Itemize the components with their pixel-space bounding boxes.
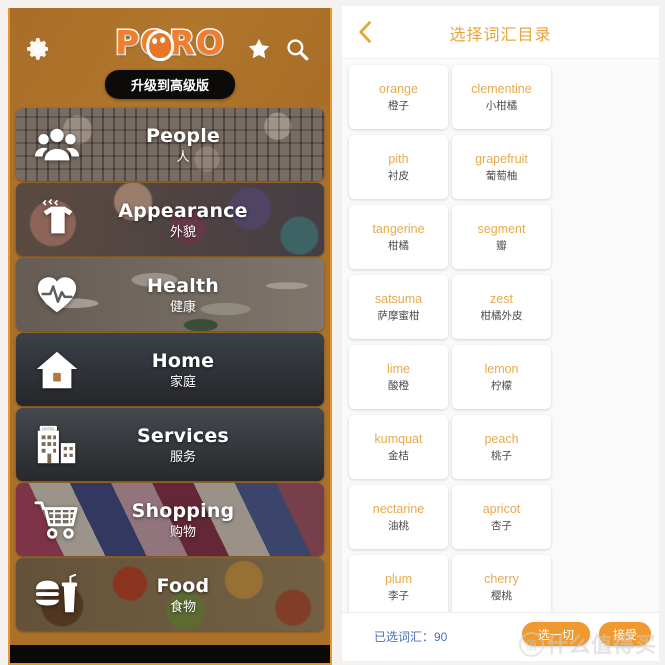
word-english: orange [379, 81, 418, 96]
left-app-header: PORO 升级到高级版 [10, 8, 330, 106]
word-card[interactable]: plum 李子 [349, 555, 448, 613]
word-chinese: 柠檬 [491, 379, 512, 392]
word-card[interactable]: satsuma 萨摩蜜柑 [349, 275, 448, 339]
app-root: PORO 升级到高级版 People人Appearance外貌Health健康H… [0, 0, 665, 665]
word-card[interactable]: nectarine 油桃 [349, 485, 448, 549]
category-label-en: Health [147, 274, 219, 297]
page-title: 选择词汇目录 [449, 27, 552, 44]
word-chinese: 金桔 [388, 449, 409, 462]
word-grid: orange 橙子 clementine 小柑橘 pith 衬皮 grapefruit 葡萄柚… [342, 59, 659, 613]
word-card[interactable]: pith 衬皮 [349, 135, 448, 199]
category-label-group: People 人 [16, 125, 324, 165]
word-english: zest [490, 291, 513, 306]
star-icon[interactable] [246, 36, 272, 62]
left-phone-frame: PORO 升级到高级版 People人Appearance外貌Health健康H… [8, 8, 332, 665]
category-label-cn: 家庭 [169, 373, 196, 389]
category-label-en: Appearance [118, 199, 248, 222]
search-icon[interactable] [284, 36, 310, 62]
word-chinese: 油桃 [388, 519, 409, 532]
word-card[interactable]: kumquat 金桔 [349, 415, 448, 479]
word-card[interactable]: lemon 柠檬 [452, 345, 551, 409]
category-label-group: Health 健康 [16, 275, 324, 315]
word-english: tangerine [372, 221, 425, 236]
left-phone-panel: PORO 升级到高级版 People人Appearance外貌Health健康H… [0, 0, 340, 665]
word-card[interactable]: segment 瓣 [452, 205, 551, 269]
category-label-cn: 外貌 [169, 223, 196, 239]
word-chinese: 杏子 [491, 519, 512, 532]
word-card[interactable]: apricot 杏子 [452, 485, 551, 549]
word-english: satsuma [374, 291, 423, 306]
select-all-button[interactable]: 选一切 [522, 622, 590, 646]
left-panel-bottom-bar [10, 645, 330, 663]
category-label-group: Home 家庭 [16, 350, 324, 390]
word-chinese: 橙子 [388, 99, 409, 112]
upgrade-to-premium-button[interactable]: 升级到高级版 [104, 70, 236, 99]
word-chinese: 李子 [388, 589, 409, 602]
selected-count-label: 已选词汇：90 [374, 630, 448, 644]
word-card[interactable]: orange 橙子 [349, 65, 448, 129]
accept-button[interactable]: 接受 [599, 622, 651, 646]
word-chinese: 萨摩蜜柑 [377, 309, 420, 322]
vocabulary-header: 选择词汇目录 [342, 6, 659, 59]
word-card[interactable]: lime 酸橙 [349, 345, 448, 409]
word-card[interactable]: grapefruit 葡萄柚 [452, 135, 551, 199]
category-label-cn: 食物 [169, 598, 196, 614]
word-english: pith [388, 151, 409, 166]
word-english: grapefruit [475, 151, 528, 166]
category-label-en: Home [151, 349, 215, 372]
word-english: peach [484, 431, 519, 446]
logo-face-icon [146, 30, 175, 61]
word-english: lemon [484, 361, 519, 376]
category-label-group: Services 服务 [16, 425, 324, 465]
right-phone-frame: 选择词汇目录 orange 橙子 clementine 小柑橘 pith 衬皮 grapef… [342, 6, 659, 661]
category-card-health[interactable]: Health 健康 [16, 258, 324, 331]
category-label-en: People [145, 124, 221, 147]
word-english: kumquat [374, 431, 423, 446]
category-label-cn: 健康 [169, 298, 196, 314]
category-card-people[interactable]: People 人 [16, 108, 324, 181]
word-english: cherry [484, 571, 519, 586]
word-card[interactable]: peach 桃子 [452, 415, 551, 479]
gear-icon[interactable] [26, 36, 52, 62]
word-english: segment [477, 221, 526, 236]
word-card[interactable]: zest 柑橘外皮 [452, 275, 551, 339]
app-logo: PORO [114, 23, 226, 62]
word-english: lime [387, 361, 410, 376]
category-label-cn: 购物 [169, 523, 196, 539]
word-chinese: 樱桃 [491, 589, 512, 602]
vocabulary-footer: 已选词汇：90 选一切 接受 [342, 612, 659, 661]
word-card[interactable]: tangerine 柑橘 [349, 205, 448, 269]
word-english: nectarine [372, 501, 425, 516]
category-label-group: Appearance 外貌 [16, 200, 324, 240]
category-card-services[interactable]: HOTEL Services 服务 [16, 408, 324, 481]
word-card[interactable]: cherry 樱桃 [452, 555, 551, 613]
right-phone-panel: 选择词汇目录 orange 橙子 clementine 小柑橘 pith 衬皮 grapef… [340, 0, 665, 665]
category-list: People 人 Appearance 外貌 Health 健康 Home 家庭 HOTEL Se… [10, 106, 330, 631]
category-label-group: Shopping 购物 [16, 500, 324, 540]
word-english: plum [384, 571, 413, 586]
category-label-group: Food 食物 [16, 575, 324, 615]
word-english: clementine [471, 81, 532, 96]
category-card-home[interactable]: Home 家庭 [16, 333, 324, 406]
word-chinese: 小柑橘 [485, 99, 518, 112]
category-label-cn: 服务 [169, 448, 196, 464]
word-chinese: 衬皮 [388, 169, 409, 182]
category-label-en: Food [156, 574, 210, 597]
category-label-en: Services [137, 424, 229, 447]
word-card[interactable]: clementine 小柑橘 [452, 65, 551, 129]
word-chinese: 瓣 [496, 239, 507, 252]
category-label-cn: 人 [176, 148, 190, 164]
category-label-en: Shopping [131, 499, 235, 522]
word-chinese: 柑橘外皮 [480, 309, 523, 322]
word-chinese: 桃子 [491, 449, 512, 462]
word-chinese: 柑橘 [388, 239, 409, 252]
word-chinese: 酸橙 [388, 379, 409, 392]
word-chinese: 葡萄柚 [485, 169, 518, 182]
category-card-appearance[interactable]: Appearance 外貌 [16, 183, 324, 256]
category-card-food[interactable]: Food 食物 [16, 558, 324, 631]
word-english: apricot [482, 501, 521, 516]
word-grid-scroll[interactable]: orange 橙子 clementine 小柑橘 pith 衬皮 grapefruit 葡萄柚… [342, 59, 659, 613]
category-card-shopping[interactable]: Shopping 购物 [16, 483, 324, 556]
